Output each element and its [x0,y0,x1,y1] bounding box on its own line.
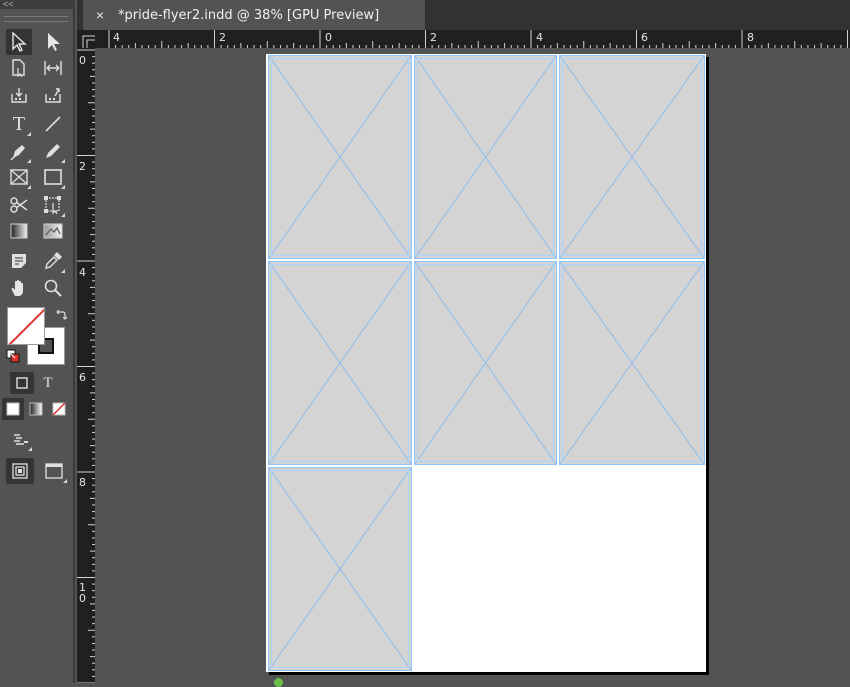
zoom-tool-icon[interactable] [40,275,66,301]
apply-color-icon[interactable] [2,398,24,420]
content-placer-icon[interactable] [40,82,66,108]
normal-view-icon[interactable] [6,458,34,484]
text-formatting-icon[interactable]: T [36,372,60,394]
rectangle-frame-tool-icon[interactable] [6,164,32,190]
note-tool-icon[interactable] [6,248,32,274]
type-tool-glyph: T [12,112,26,135]
document-tab-title: *pride-flyer2.indd @ 38% [GPU Preview] [118,7,380,23]
vertical-ruler[interactable]: 0 2 4 6 8 1 0 [77,48,95,683]
graphic-frame[interactable] [414,261,557,465]
default-fill-stroke-icon[interactable] [3,346,23,366]
eyedropper-tool-icon[interactable] [40,248,66,274]
content-collector-icon[interactable] [6,82,32,108]
tools-panel: << T T [0,0,75,683]
gap-tool-icon[interactable] [40,55,66,81]
gradient-feather-tool-icon[interactable] [40,218,66,244]
hand-tool-icon[interactable] [6,275,32,301]
pencil-tool-icon[interactable] [40,138,66,164]
fill-swatch[interactable] [7,307,45,345]
horizontal-ruler[interactable]: 4 2 0 2 4 6 8 [95,30,850,48]
screen-mode-icon[interactable] [40,458,68,484]
text-formatting-glyph: T [43,374,53,391]
preview-mode-icon[interactable] [9,428,33,452]
rectangle-tool-icon[interactable] [40,164,66,190]
page-tool-icon[interactable] [6,55,32,81]
tools-panel-grip[interactable] [4,16,68,22]
vertical-ruler-ticks [77,49,95,683]
pasteboard[interactable] [95,48,850,683]
apply-none-icon[interactable] [48,398,70,420]
tools-panel-collapse[interactable]: << [0,0,75,9]
direct-selection-tool-icon[interactable] [40,29,66,55]
pen-tool-icon[interactable] [6,138,32,164]
graphic-frame[interactable] [559,261,705,465]
graphic-frame[interactable] [268,467,412,671]
line-tool-icon[interactable] [40,111,66,137]
gradient-swatch-tool-icon[interactable] [6,218,32,244]
apply-gradient-icon[interactable] [25,398,47,420]
type-tool-icon[interactable]: T [6,111,32,137]
free-transform-tool-icon[interactable] [40,192,66,218]
document-tab[interactable]: × *pride-flyer2.indd @ 38% [GPU Preview] [83,0,425,30]
close-tab-button[interactable]: × [93,7,107,23]
graphic-frame[interactable] [559,55,705,259]
selection-tool-icon[interactable] [6,29,32,55]
scissors-tool-icon[interactable] [6,192,32,218]
ruler-origin[interactable] [77,30,95,48]
container-formatting-icon[interactable] [10,372,34,394]
swap-fill-stroke-icon[interactable] [50,304,72,326]
graphic-frame[interactable] [268,55,412,259]
graphic-frame[interactable] [414,55,557,259]
document-tab-bar: × *pride-flyer2.indd @ 38% [GPU Preview] [77,0,850,30]
document-page[interactable] [266,54,706,672]
horizontal-ruler-ticks [108,30,848,48]
graphic-frame[interactable] [268,261,412,465]
